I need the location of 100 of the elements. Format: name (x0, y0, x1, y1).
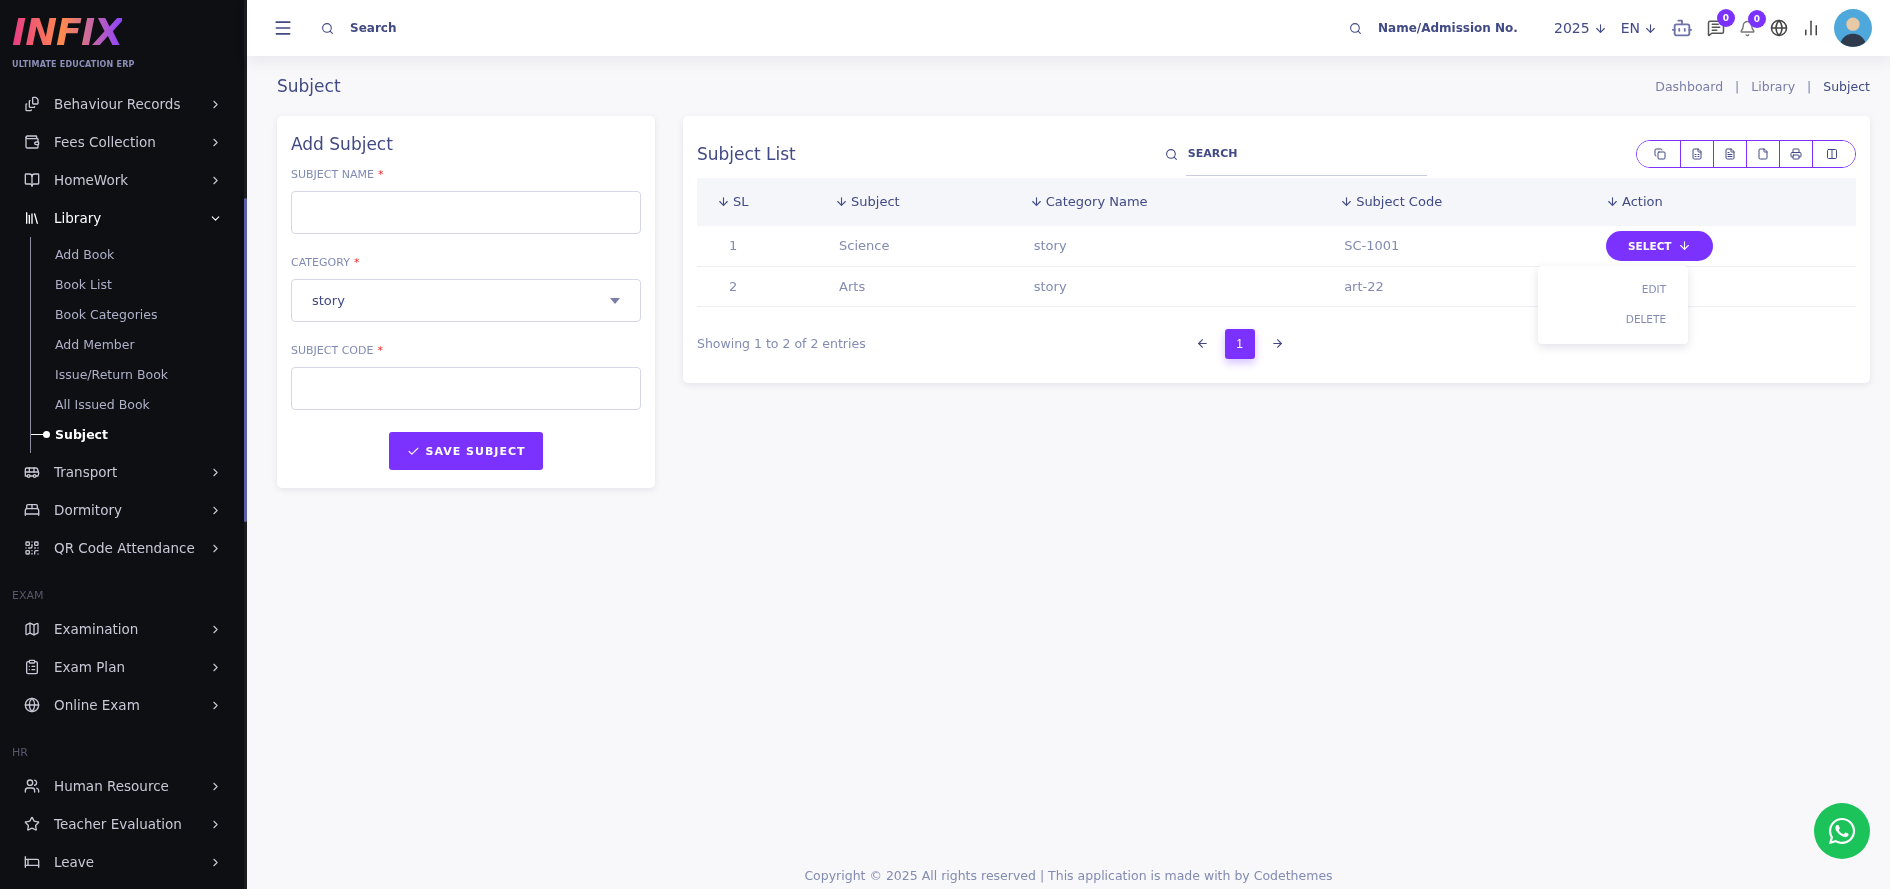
sidebar-item[interactable]: QR Code Attendance (0, 529, 244, 567)
whatsapp-icon (1827, 816, 1857, 846)
menu-icon[interactable] (273, 18, 293, 38)
globe-icon (24, 697, 40, 713)
library-icon (24, 210, 40, 226)
sidebar-item[interactable]: Transport (0, 453, 244, 491)
wallet-icon (24, 134, 40, 150)
sidebar-item[interactable]: Library (0, 199, 244, 237)
sidebar-item[interactable]: HomeWork (0, 161, 244, 199)
section-heading: HR (12, 746, 29, 759)
submenu-item[interactable]: Add Book (31, 239, 244, 269)
submenu-item[interactable]: Book Categories (31, 299, 244, 329)
breadcrumb-link[interactable]: Subject (1823, 78, 1870, 94)
previous-page-button[interactable] (1195, 337, 1209, 350)
page-button[interactable]: 1 (1224, 328, 1255, 359)
count-badge: 0 (1717, 9, 1735, 27)
globe-icon[interactable] (1770, 19, 1788, 37)
avatar[interactable] (1834, 9, 1872, 47)
field-label: SUBJECT NAME * (291, 168, 385, 181)
columns-icon (1826, 148, 1838, 160)
table-cell: Science (839, 238, 890, 254)
sidebar-item[interactable]: Dormitory (0, 491, 244, 529)
entries-info: Showing 1 to 2 of 2 entries (697, 336, 866, 351)
copy-icon (1654, 148, 1667, 160)
bed-icon (24, 502, 40, 518)
language-select[interactable]: EN (1620, 20, 1657, 36)
table-cell: SC-1001 (1344, 238, 1400, 254)
files-icon (24, 96, 40, 112)
submenu-item[interactable]: Book List (31, 269, 244, 299)
sidebar-item[interactable]: Online Exam (0, 686, 244, 724)
columns-button[interactable] (1812, 141, 1855, 167)
chat-icon[interactable] (1707, 19, 1725, 37)
sidebar-item[interactable]: Teacher Evaluation (0, 805, 244, 843)
table-cell: story (1033, 238, 1067, 254)
document-icon (1724, 148, 1736, 160)
breadcrumb-separator: | (1807, 78, 1812, 94)
submenu-item[interactable]: Add Member (31, 329, 244, 359)
column-header[interactable]: SL (733, 193, 749, 209)
field-label: SUBJECT CODE * (291, 344, 384, 357)
robot-icon[interactable] (1671, 17, 1693, 39)
file-icon (1757, 148, 1769, 160)
map-icon (24, 621, 40, 637)
sort-arrow-icon[interactable] (1340, 194, 1354, 208)
select-button[interactable]: SELECT (1606, 230, 1713, 261)
clipboard-icon (24, 659, 40, 675)
chart-icon[interactable] (1802, 19, 1820, 37)
sort-arrow-icon[interactable] (1029, 194, 1043, 208)
star-icon (24, 816, 40, 832)
sidebar-item[interactable]: Exam Plan (0, 648, 244, 686)
sort-arrow-icon[interactable] (717, 194, 730, 208)
submenu-item[interactable]: All Issued Book (31, 389, 244, 419)
sort-arrow-icon[interactable] (835, 194, 849, 208)
column-header[interactable]: Subject Code (1356, 193, 1443, 209)
save-button[interactable]: SAVE SUBJECT (388, 432, 544, 470)
sidebar-item[interactable]: Leave (0, 843, 244, 881)
search-icon (321, 21, 334, 35)
input-field[interactable] (291, 191, 641, 234)
table-cell: Arts (839, 278, 866, 294)
table-cell: 1 (729, 238, 738, 254)
column-header[interactable]: Category Name (1045, 193, 1148, 209)
category-select[interactable]: story (291, 279, 641, 322)
bell-icon[interactable] (1739, 19, 1756, 37)
input-field[interactable] (291, 367, 641, 410)
table-cell: 2 (729, 278, 738, 294)
breadcrumb-separator: | (1735, 78, 1740, 94)
book-icon (24, 172, 40, 188)
submenu-item[interactable]: Subject (31, 419, 244, 449)
submenu-item[interactable]: Issue/Return Book (31, 359, 244, 389)
sidebar-item[interactable]: Fees Collection (0, 123, 244, 161)
search-icon (1349, 21, 1363, 35)
card-title: Add Subject (291, 134, 394, 154)
card-title: Subject List (697, 144, 796, 164)
table-cell: art-22 (1344, 278, 1384, 294)
scrollbar-thumb[interactable] (243, 198, 247, 522)
breadcrumb-link[interactable]: Library (1751, 78, 1796, 94)
users-icon (24, 778, 40, 794)
breadcrumb-link[interactable]: Dashboard (1655, 78, 1724, 94)
sidebar-item[interactable]: Human Resource (0, 767, 244, 805)
sidebar-item[interactable]: Examination (0, 610, 244, 648)
arrow-down-icon (1593, 21, 1607, 35)
column-header[interactable]: Subject (851, 193, 900, 209)
arrow-down-icon (1644, 21, 1657, 35)
print-icon (1790, 148, 1802, 160)
year-select[interactable]: 2025 (1554, 20, 1607, 36)
sidebar-item[interactable]: Behaviour Records (0, 85, 244, 123)
bus-icon (24, 464, 40, 480)
caret-icon (610, 297, 620, 304)
table-cell: story (1033, 278, 1067, 294)
column-header[interactable]: Action (1622, 193, 1663, 209)
spreadsheet-icon (1691, 148, 1703, 160)
section-heading: EXAM (12, 589, 45, 602)
page-title: Subject (277, 76, 341, 96)
count-badge: 0 (1748, 9, 1766, 28)
arrow-left-icon (1195, 337, 1209, 350)
footer-text: Copyright © 2025 All rights reserved | This application is made with by Codethemes (803, 868, 1334, 885)
next-page-button[interactable] (1270, 337, 1284, 350)
sort-arrow-icon[interactable] (1606, 194, 1620, 208)
logo-tagline: ULTIMATE EDUCATION ERP (12, 60, 135, 69)
bed-icon (24, 854, 40, 870)
field-label: CATEGORY * (291, 256, 361, 269)
